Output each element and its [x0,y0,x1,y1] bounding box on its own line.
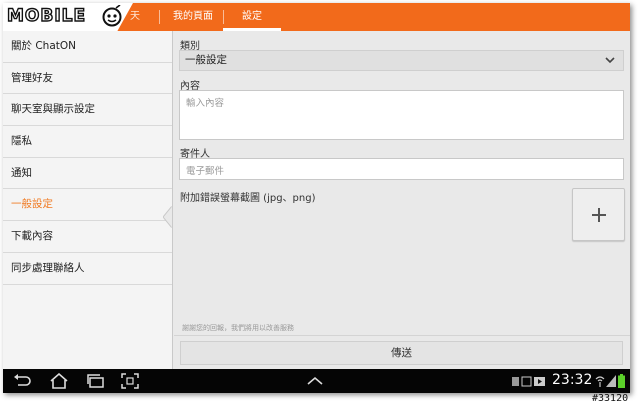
plus-icon [592,208,606,222]
sidebar-item-general[interactable]: 一般設定 [3,189,172,222]
add-screenshot-button[interactable] [572,188,625,241]
category-value: 一般設定 [185,54,227,66]
sender-email-input[interactable]: 電子郵件 [179,158,624,180]
sidebar-item-notifications[interactable]: 通知 [3,158,172,190]
sender-placeholder: 電子郵件 [186,166,225,177]
recent-apps-icon[interactable] [86,373,106,389]
sidebar-item-downloads[interactable]: 下載內容 [3,221,172,253]
sidebar-item-privacy[interactable]: 隱私 [3,126,172,158]
tab-divider [159,10,160,24]
tab-my-page[interactable]: 我的頁面 [163,3,223,31]
sidebar-item-sync-contacts[interactable]: 同步處理聯絡人 [3,253,172,285]
logo-text: MOBILE [6,5,87,26]
chevron-up-icon[interactable] [307,376,323,386]
feedback-notice: 謝謝您的回報，我們將用以改善服務 [182,324,294,332]
attach-label: 附加錯誤螢幕截圖 (jpg、png) [180,193,316,204]
app-window: 天 我的頁面 設定 MOBILE 關於 ChatON 管理好友 聊天室與顯示設定… [3,3,630,393]
mascot-logo-icon [102,5,122,27]
category-select[interactable]: 一般設定 [179,50,624,71]
watermark-text: #33120 [592,393,629,404]
battery-icon [618,374,625,388]
send-row: 傳送 [174,335,630,369]
sidebar-item-manage-friends[interactable]: 管理好友 [3,63,172,95]
status-clock: 23:32 [552,372,593,388]
logo: MOBILE [3,3,133,31]
system-navigation-bar: 23:32 [3,369,630,393]
top-tab-bar: 天 我的頁面 設定 MOBILE [3,3,630,31]
content-placeholder: 輸入內容 [186,98,225,109]
chevron-down-icon [605,57,615,64]
selection-pointer [163,206,172,228]
send-button[interactable]: 傳送 [180,341,623,365]
tab-settings[interactable]: 設定 [223,3,281,31]
wifi-icon [595,376,605,387]
home-icon[interactable] [49,373,69,389]
sidebar-item-about-chaton[interactable]: 關於 ChatON [3,31,172,63]
back-icon[interactable] [13,374,31,388]
sidebar-item-chat-display[interactable]: 聊天室與顯示設定 [3,94,172,127]
content-input[interactable]: 輸入內容 [179,90,624,140]
screenshot-icon[interactable] [121,373,139,389]
notification-icons [512,376,545,387]
feedback-form: 類別 一般設定 內容 輸入內容 寄件人 電子郵件 附加錯誤螢幕截圖 (jpg、p… [174,31,630,369]
signal-icon [606,375,616,387]
settings-sidebar: 關於 ChatON 管理好友 聊天室與顯示設定 隱私 通知 一般設定 下載內容 … [3,31,173,369]
